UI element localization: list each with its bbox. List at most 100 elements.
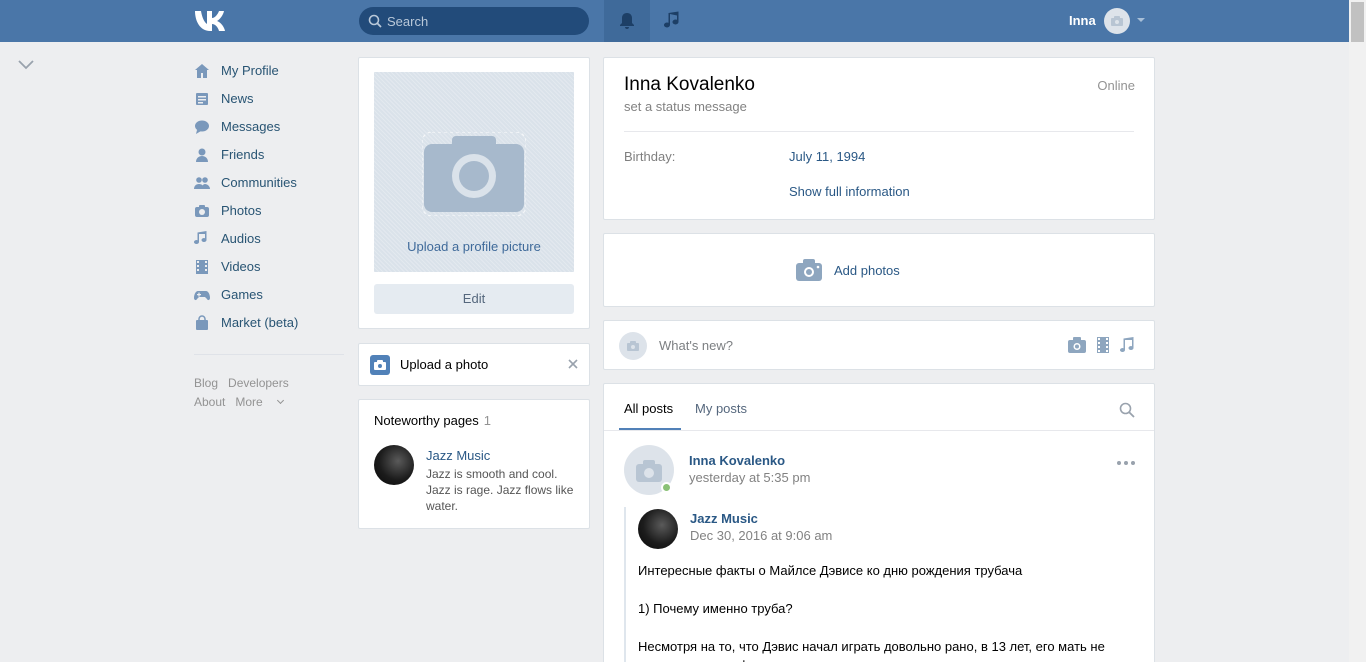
attach-photo-icon[interactable]: [1068, 337, 1086, 353]
show-full-information-link[interactable]: Show full information: [789, 184, 910, 199]
post-paragraph: 1) Почему именно труба?: [638, 601, 793, 616]
wall-card: All posts My posts Inna Kovalenko yester…: [603, 383, 1155, 662]
sidebar-item-audios[interactable]: Audios: [192, 224, 346, 252]
page-scrollbar[interactable]: [1349, 0, 1366, 662]
page-name-link[interactable]: Jazz Music: [426, 448, 490, 463]
attach-video-icon[interactable]: [1096, 337, 1110, 353]
upload-photo-card[interactable]: Upload a photo: [358, 343, 590, 386]
noteworthy-pages-card: Noteworthy pages 1 Jazz Music Jazz is smo…: [358, 399, 590, 529]
profile-photo-placeholder[interactable]: Upload a profile picture: [374, 72, 574, 272]
sidebar-item-photos[interactable]: Photos: [192, 196, 346, 224]
user-avatar: [1104, 8, 1130, 34]
tab-all-posts[interactable]: All posts: [624, 401, 673, 416]
more-options-icon[interactable]: [1116, 460, 1136, 466]
sidebar-item-label: Market (beta): [221, 315, 299, 330]
gamepad-icon: [194, 291, 210, 301]
more-label: More: [235, 395, 263, 409]
post-author-link[interactable]: Inna Kovalenko: [689, 453, 785, 468]
sidebar-item-videos[interactable]: Videos: [192, 252, 346, 280]
sidebar-item-friends[interactable]: Friends: [192, 140, 346, 168]
upload-photo-badge: [370, 355, 390, 375]
search-icon[interactable]: [1119, 402, 1135, 418]
camera-icon: [422, 132, 526, 216]
search-box[interactable]: [359, 7, 589, 35]
search-icon: [368, 14, 382, 28]
noteworthy-pages-title[interactable]: Noteworthy pages 1: [374, 413, 491, 428]
repost-indicator-line: [624, 507, 626, 662]
page-avatar[interactable]: [374, 445, 414, 485]
post-text: Интересные факты о Майлсе Дэвисе ко дню …: [638, 561, 1138, 662]
user-menu[interactable]: Inna: [1060, 0, 1150, 42]
sidebar-item-label: Photos: [221, 203, 262, 218]
sidebar-item-label: Audios: [221, 231, 261, 246]
attach-music-icon[interactable]: [1120, 337, 1136, 355]
whats-new-input[interactable]: What's new?: [659, 338, 733, 353]
sidebar-item-label: Communities: [221, 175, 297, 190]
camera-icon: [636, 460, 662, 482]
birthday-value-link[interactable]: July 11, 1994: [789, 149, 865, 164]
blog-link[interactable]: Blog: [194, 374, 218, 393]
notifications-button[interactable]: [604, 0, 650, 42]
sidebar-item-my-profile[interactable]: My Profile: [192, 56, 346, 84]
bag-icon: [196, 315, 208, 330]
film-icon: [196, 260, 208, 274]
divider: [194, 354, 344, 355]
birthday-label: Birthday:: [624, 149, 676, 164]
bell-icon: [620, 13, 634, 29]
developers-link[interactable]: Developers: [228, 374, 289, 393]
section-title: Noteworthy pages: [374, 413, 479, 428]
add-photos-link[interactable]: Add photos: [834, 263, 900, 278]
scrollbar-thumb[interactable]: [1351, 2, 1364, 42]
camera-icon: [796, 259, 822, 281]
user-name: Inna: [1069, 13, 1096, 28]
divider: [604, 430, 1154, 431]
repost-timestamp[interactable]: Dec 30, 2016 at 9:06 am: [690, 528, 832, 543]
count-badge: 1: [483, 413, 492, 428]
sidebar-item-label: Messages: [221, 119, 281, 134]
new-post-composer[interactable]: What's new?: [603, 320, 1155, 370]
camera-icon: [374, 360, 386, 370]
communities-icon: [194, 177, 210, 189]
repost-source-link[interactable]: Jazz Music: [690, 511, 758, 526]
camera-icon: [1111, 16, 1123, 26]
sidebar-item-label: Friends: [221, 147, 265, 162]
music-button[interactable]: [650, 0, 696, 42]
post-paragraph: Интересные факты о Майлсе Дэвисе ко дню …: [638, 563, 1023, 578]
upload-profile-picture-link[interactable]: Upload a profile picture: [374, 239, 574, 254]
post-timestamp[interactable]: yesterday at 5:35 pm: [689, 470, 810, 485]
search-input[interactable]: [387, 7, 582, 35]
edit-profile-button[interactable]: Edit: [374, 284, 574, 314]
sidebar-item-messages[interactable]: Messages: [192, 112, 346, 140]
online-indicator: [661, 482, 672, 493]
sidebar-item-communities[interactable]: Communities: [192, 168, 346, 196]
friend-icon: [196, 148, 208, 162]
tab-my-posts[interactable]: My posts: [695, 401, 747, 416]
repost-source-avatar[interactable]: [638, 509, 678, 549]
profile-photo-card: Upload a profile picture Edit: [358, 57, 590, 329]
camera-icon: [627, 341, 639, 351]
upload-photo-label: Upload a photo: [400, 357, 489, 372]
about-link[interactable]: About: [194, 393, 225, 412]
post-author-avatar[interactable]: [624, 445, 674, 495]
music-icon: [194, 231, 207, 245]
chevron-down-icon[interactable]: [18, 60, 34, 70]
sidebar-item-news[interactable]: News: [192, 84, 346, 112]
sidebar-item-market[interactable]: Market (beta): [192, 308, 346, 336]
user-avatar: [619, 332, 647, 360]
page-description: Jazz is smooth and cool. Jazz is rage. J…: [426, 467, 574, 513]
vk-logo[interactable]: [194, 9, 228, 31]
sidebar-item-label: Games: [221, 287, 263, 302]
sidebar-item-label: Videos: [221, 259, 261, 274]
sidebar-item-label: News: [221, 91, 254, 106]
music-icon: [664, 11, 679, 28]
add-photos-card: Add photos: [603, 233, 1155, 307]
sidebar-item-label: My Profile: [221, 63, 279, 78]
top-header: Inna: [0, 0, 1349, 42]
divider: [624, 131, 1134, 132]
more-link[interactable]: More: [235, 393, 284, 412]
messages-icon: [195, 120, 209, 134]
close-icon[interactable]: [567, 358, 579, 370]
sidebar-item-games[interactable]: Games: [192, 280, 346, 308]
profile-info-card: Inna Kovalenko set a status message Onli…: [603, 57, 1155, 220]
status-message-link[interactable]: set a status message: [624, 99, 747, 114]
